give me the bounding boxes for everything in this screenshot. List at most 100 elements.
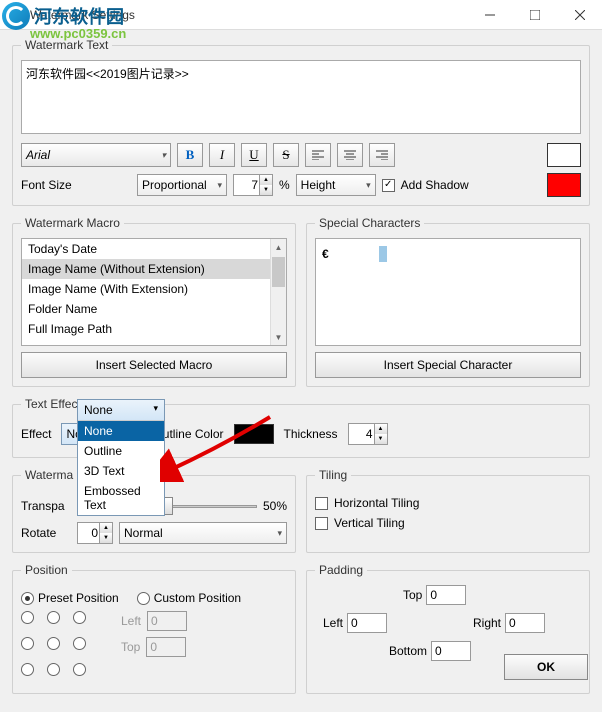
chevron-down-icon: ▾	[161, 150, 166, 161]
dropdown-option[interactable]: None	[78, 421, 164, 441]
position-radio[interactable]	[73, 611, 86, 624]
position-group: Position Preset Position Custom Position…	[12, 563, 296, 694]
spin-down-icon[interactable]: ▼	[374, 434, 387, 444]
overlay-watermark: 河东软件园 www.pc0359.cn	[2, 2, 124, 30]
macro-listbox[interactable]: Today's Date Image Name (Without Extensi…	[21, 238, 287, 346]
padding-left-input[interactable]	[347, 613, 387, 633]
position-radio[interactable]	[21, 611, 34, 624]
horizontal-tiling-checkbox[interactable]	[315, 497, 328, 510]
custom-position-radio[interactable]	[137, 592, 150, 605]
position-left-input[interactable]	[147, 611, 187, 631]
effect-dropdown-open: None▾ None Outline 3D Text Embossed Text	[77, 399, 165, 516]
rotate-value[interactable]: 0▲▼	[77, 522, 113, 544]
rotate-label: Rotate	[21, 526, 71, 540]
font-size-value[interactable]: 7▲▼	[233, 174, 273, 196]
ok-button[interactable]: OK	[504, 654, 588, 680]
position-radio[interactable]	[21, 637, 34, 650]
align-left-button[interactable]	[305, 143, 331, 167]
macro-group: Watermark Macro Today's Date Image Name …	[12, 216, 296, 387]
align-right-icon	[376, 150, 388, 160]
transparency-label: Transpa	[21, 499, 71, 513]
watermark-text-input[interactable]: 河东软件园<<2019图片记录>>	[21, 60, 581, 134]
scroll-thumb[interactable]	[272, 257, 285, 287]
font-family-select[interactable]: Arial ▾	[21, 143, 171, 167]
close-button[interactable]	[557, 0, 602, 30]
watermark-text-group: Watermark Text 河东软件园<<2019图片记录>> Arial▾ …	[12, 38, 590, 206]
position-radio[interactable]	[47, 637, 60, 650]
padding-right-input[interactable]	[505, 613, 545, 633]
horizontal-tiling-label: Horizontal Tiling	[334, 496, 419, 510]
dropdown-selected[interactable]: None▾	[78, 400, 164, 421]
position-legend: Position	[21, 563, 72, 577]
italic-button[interactable]: I	[209, 143, 235, 167]
underline-button[interactable]: U	[241, 143, 267, 167]
insert-special-button[interactable]: Insert Special Character	[315, 352, 581, 378]
list-item[interactable]: Image Name (With Extension)	[22, 279, 286, 299]
dropdown-option[interactable]: Embossed Text	[78, 481, 164, 515]
special-chars-group: Special Characters € Insert Special Char…	[306, 216, 590, 387]
special-chars-box[interactable]: €	[315, 238, 581, 346]
scrollbar[interactable]: ▲▼	[270, 239, 286, 345]
overlay-url: www.pc0359.cn	[30, 26, 126, 41]
add-shadow-label: Add Shadow	[401, 178, 469, 192]
position-radio[interactable]	[73, 637, 86, 650]
text-cursor	[379, 246, 387, 262]
position-grid	[21, 611, 95, 685]
list-item[interactable]: Folder Name	[22, 299, 286, 319]
thickness-value[interactable]: 4▲▼	[348, 423, 388, 445]
preset-position-radio[interactable]	[21, 592, 34, 605]
padding-bottom-input[interactable]	[431, 641, 471, 661]
list-item[interactable]: Today's Date	[22, 239, 286, 259]
close-icon	[575, 10, 585, 20]
outline-color-swatch[interactable]	[234, 424, 274, 444]
minimize-button[interactable]	[467, 0, 512, 30]
position-radio[interactable]	[21, 663, 34, 676]
text-color-swatch[interactable]	[547, 143, 581, 167]
add-shadow-checkbox[interactable]: ✓	[382, 179, 395, 192]
macro-legend: Watermark Macro	[21, 216, 124, 230]
overlay-logo	[2, 2, 30, 30]
tiling-legend: Tiling	[315, 468, 351, 482]
align-right-button[interactable]	[369, 143, 395, 167]
bold-button[interactable]: B	[177, 143, 203, 167]
percent-label: %	[279, 178, 290, 192]
font-family-value: Arial	[26, 148, 50, 162]
vertical-tiling-label: Vertical Tiling	[334, 516, 405, 530]
align-center-button[interactable]	[337, 143, 363, 167]
font-size-label: Font Size	[21, 178, 131, 192]
dropdown-option[interactable]: 3D Text	[78, 461, 164, 481]
insert-macro-button[interactable]: Insert Selected Macro	[21, 352, 287, 378]
size-mode-select[interactable]: Proportional	[137, 174, 227, 196]
strike-button[interactable]: S	[273, 143, 299, 167]
position-radio[interactable]	[47, 611, 60, 624]
height-mode-select[interactable]: Height	[296, 174, 376, 196]
align-center-icon	[344, 150, 356, 160]
chevron-down-icon: ▾	[153, 403, 158, 417]
maximize-button[interactable]	[512, 0, 557, 30]
maximize-icon	[530, 10, 540, 20]
special-chars-legend: Special Characters	[315, 216, 424, 230]
spin-up-icon[interactable]: ▲	[259, 175, 272, 185]
list-item[interactable]: Full Image Path	[22, 319, 286, 339]
thickness-label: Thickness	[284, 427, 338, 441]
scroll-up-icon[interactable]: ▲	[271, 239, 286, 255]
padding-top-input[interactable]	[426, 585, 466, 605]
shadow-color-swatch[interactable]	[547, 173, 581, 197]
effect-label: Effect	[21, 427, 51, 441]
position-top-input[interactable]	[146, 637, 186, 657]
align-left-icon	[312, 150, 324, 160]
spin-down-icon[interactable]: ▼	[259, 185, 272, 195]
dropdown-option[interactable]: Outline	[78, 441, 164, 461]
position-radio[interactable]	[47, 663, 60, 676]
vertical-tiling-checkbox[interactable]	[315, 517, 328, 530]
spin-up-icon[interactable]: ▲	[374, 424, 387, 434]
ok-bar: OK	[504, 654, 588, 680]
scroll-down-icon[interactable]: ▼	[271, 329, 286, 345]
list-item[interactable]: Image Name (Without Extension)	[22, 259, 286, 279]
minimize-icon	[485, 10, 495, 20]
rotate-mode-select[interactable]: Normal	[119, 522, 287, 544]
watermark-settings-legend: Waterma	[21, 468, 77, 482]
transparency-value: 50%	[263, 499, 287, 513]
tiling-group: Tiling Horizontal Tiling Vertical Tiling	[306, 468, 590, 553]
position-radio[interactable]	[73, 663, 86, 676]
